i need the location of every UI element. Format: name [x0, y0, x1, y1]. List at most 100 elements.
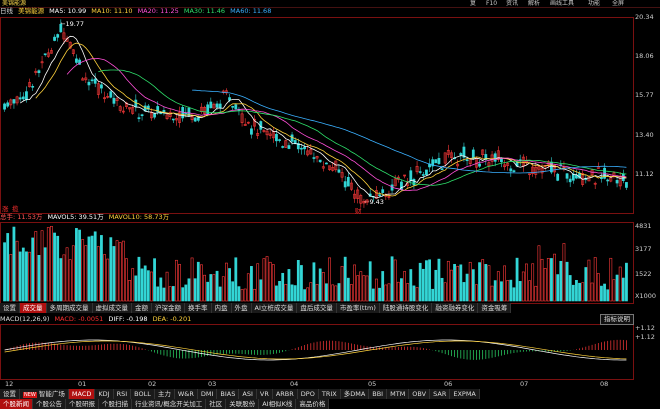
volume-bar — [187, 278, 191, 302]
volume-bar — [400, 278, 403, 302]
volume-bar — [50, 226, 53, 302]
candle-body — [93, 78, 97, 84]
candle-body — [31, 85, 35, 88]
volume-bar — [518, 281, 522, 302]
chart-canvas[interactable] — [0, 0, 660, 409]
volume-bar — [331, 284, 335, 302]
candle-body — [378, 194, 381, 196]
volume-bar — [446, 260, 450, 302]
volume-bar — [437, 258, 441, 302]
volume-bar — [146, 270, 150, 302]
volume-bar — [603, 283, 606, 302]
volume-bar — [46, 227, 50, 302]
candle-body — [409, 170, 413, 182]
volume-bar — [81, 239, 85, 302]
volume-bar — [240, 289, 244, 302]
volume-bar — [75, 228, 78, 302]
volume-bar — [425, 260, 428, 302]
volume-bar — [109, 237, 113, 302]
volume-bar — [159, 277, 163, 302]
volume-bar — [365, 275, 369, 302]
volume-bar — [553, 253, 556, 302]
volume-bar — [512, 287, 516, 302]
volume-bar — [59, 258, 63, 302]
volume-bar — [228, 268, 231, 302]
volume-bar — [15, 240, 19, 302]
candle-body — [3, 103, 6, 110]
volume-bar — [143, 265, 147, 302]
volume-bar — [31, 237, 35, 302]
volume-bar — [162, 287, 166, 302]
volume-bar — [278, 280, 281, 302]
candle-body — [571, 173, 575, 181]
candle-body — [565, 173, 569, 179]
candle-body — [434, 159, 438, 164]
candle-body — [53, 36, 56, 41]
volume-bar — [250, 266, 253, 302]
volume-bar — [103, 254, 106, 302]
candle-body — [100, 84, 103, 89]
volume-bar — [493, 280, 497, 302]
volume-bar — [306, 287, 310, 302]
volume-bar — [265, 256, 269, 302]
volume-bar — [275, 285, 278, 302]
candle-body — [568, 178, 572, 183]
candle-body — [90, 79, 94, 82]
volume-bar — [540, 258, 544, 302]
volume-bar — [96, 246, 100, 302]
volume-bar — [387, 283, 391, 302]
volume-bar — [443, 282, 447, 302]
volume-bar — [484, 264, 488, 302]
volume-bar — [600, 285, 603, 302]
candle-body — [18, 97, 22, 100]
candle-body — [303, 146, 306, 150]
volume-bar — [281, 272, 285, 302]
candle-body — [87, 81, 91, 86]
volume-bar — [171, 286, 175, 302]
volume-bar — [137, 256, 141, 302]
volume-bar — [612, 279, 616, 302]
ma60-line — [192, 89, 627, 174]
volume-bar — [68, 259, 72, 302]
volume-bar — [337, 283, 341, 302]
candle-body — [137, 117, 141, 119]
volume-bar — [615, 274, 619, 302]
volume-bar — [409, 269, 413, 302]
candle-body — [109, 91, 113, 98]
volume-bar — [25, 251, 28, 302]
volume-bar — [418, 262, 422, 302]
volume-bar — [93, 231, 97, 302]
volume-bar — [609, 257, 613, 302]
volume-bar — [168, 286, 172, 302]
volume-bar — [509, 279, 513, 302]
volume-bar — [334, 285, 338, 302]
volume-bar — [412, 285, 416, 302]
volume-bar — [256, 263, 260, 302]
volume-bar — [375, 278, 378, 302]
volume-bar — [156, 286, 160, 302]
volume-bar — [175, 259, 178, 302]
candle-body — [625, 182, 628, 188]
volume-bar — [290, 284, 294, 302]
candle-body — [12, 99, 16, 104]
volume-bar — [71, 245, 75, 302]
volume-bar — [403, 271, 406, 302]
volume-bar — [396, 281, 400, 302]
volume-bar — [62, 254, 66, 302]
volume-bar — [625, 262, 628, 302]
volume-bar — [100, 235, 103, 302]
volume-bar — [259, 279, 263, 302]
volume-bar — [462, 282, 466, 302]
volume-bar — [215, 270, 219, 302]
volume-bar — [150, 271, 153, 302]
volume-bar — [596, 273, 600, 302]
volume-bar — [65, 247, 69, 302]
volume-bar — [18, 251, 22, 302]
volume-bar — [262, 258, 266, 302]
volume-bar — [503, 265, 506, 302]
candle-body — [337, 169, 341, 173]
candle-body — [209, 101, 213, 109]
volume-bar — [581, 282, 585, 302]
volume-bar — [53, 232, 56, 302]
candle-body — [418, 171, 422, 173]
